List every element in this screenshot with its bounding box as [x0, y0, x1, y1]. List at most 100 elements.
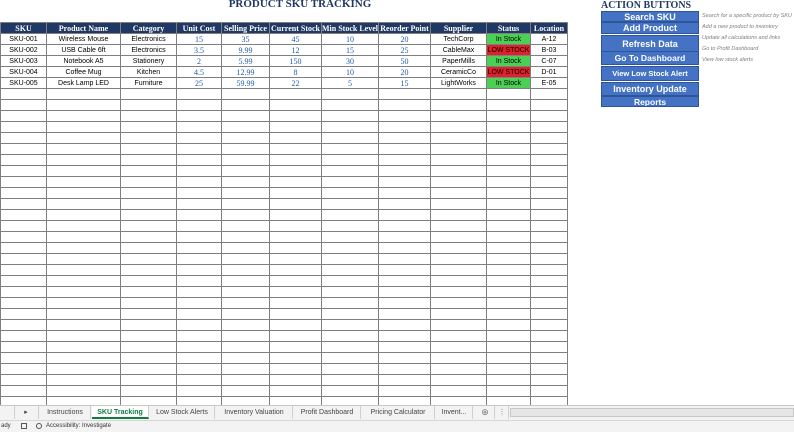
cell-selling-price[interactable]: [221, 297, 270, 309]
cell-reorder-point[interactable]: [378, 220, 431, 232]
cell-reorder-point[interactable]: [378, 88, 431, 100]
cell-product-name[interactable]: [46, 352, 121, 364]
cell-current-stock[interactable]: [269, 99, 322, 111]
cell-location[interactable]: [530, 165, 568, 177]
cell-location[interactable]: [530, 396, 568, 405]
cell-category[interactable]: [120, 363, 177, 375]
cell-status[interactable]: [486, 231, 531, 243]
cell-status[interactable]: [486, 308, 531, 320]
cell-unit-cost[interactable]: [176, 374, 222, 386]
cell-product-name[interactable]: [46, 154, 121, 166]
cell-location[interactable]: C-07: [530, 55, 568, 67]
cell-unit-cost[interactable]: [176, 165, 222, 177]
sheet-icon[interactable]: [21, 423, 27, 429]
cell-unit-cost[interactable]: [176, 275, 222, 287]
cell-current-stock[interactable]: [269, 308, 322, 320]
cell-selling-price[interactable]: [221, 286, 270, 298]
cell-product-name[interactable]: Wireless Mouse: [46, 33, 121, 45]
cell-product-name[interactable]: [46, 374, 121, 386]
cell-product-name[interactable]: [46, 264, 121, 276]
cell-category[interactable]: [120, 308, 177, 320]
cell-reorder-point[interactable]: [378, 330, 431, 342]
cell-min-stock-level[interactable]: [321, 121, 379, 133]
refresh-data-button[interactable]: Refresh Data: [601, 35, 699, 52]
cell-category[interactable]: [120, 132, 177, 144]
accessibility-status[interactable]: Accessibility: Investigate: [46, 421, 111, 432]
cell-min-stock-level[interactable]: 10: [321, 33, 379, 45]
cell-unit-cost[interactable]: [176, 88, 222, 100]
cell-status[interactable]: In Stock: [486, 33, 531, 45]
cell-current-stock[interactable]: 45: [269, 33, 322, 45]
cell-location[interactable]: [530, 297, 568, 309]
cell-unit-cost[interactable]: [176, 154, 222, 166]
cell-reorder-point[interactable]: [378, 385, 431, 397]
cell-reorder-point[interactable]: [378, 132, 431, 144]
cell-category[interactable]: [120, 209, 177, 221]
cell-location[interactable]: [530, 220, 568, 232]
cell-location[interactable]: [530, 154, 568, 166]
cell-status[interactable]: [486, 132, 531, 144]
cell-selling-price[interactable]: [221, 154, 270, 166]
cell-supplier[interactable]: [430, 396, 487, 405]
cell-reorder-point[interactable]: 50: [378, 55, 431, 67]
horizontal-scrollbar[interactable]: [510, 408, 794, 417]
cell-supplier[interactable]: TechCorp: [430, 33, 487, 45]
cell-supplier[interactable]: [430, 385, 487, 397]
cell-status[interactable]: [486, 121, 531, 133]
cell-product-name[interactable]: [46, 286, 121, 298]
cell-current-stock[interactable]: [269, 110, 322, 122]
cell-min-stock-level[interactable]: [321, 99, 379, 111]
cell-category[interactable]: Electronics: [120, 33, 177, 45]
cell-unit-cost[interactable]: [176, 242, 222, 254]
add-sheet-icon[interactable]: ⊕: [476, 406, 495, 419]
cell-status[interactable]: [486, 297, 531, 309]
cell-unit-cost[interactable]: 3.5: [176, 44, 222, 56]
cell-sku[interactable]: [0, 330, 47, 342]
cell-product-name[interactable]: [46, 275, 121, 287]
cell-selling-price[interactable]: [221, 264, 270, 276]
cell-reorder-point[interactable]: [378, 110, 431, 122]
cell-supplier[interactable]: [430, 275, 487, 287]
cell-location[interactable]: [530, 319, 568, 331]
cell-reorder-point[interactable]: [378, 352, 431, 364]
cell-category[interactable]: Electronics: [120, 44, 177, 56]
cell-product-name[interactable]: [46, 396, 121, 405]
cell-supplier[interactable]: [430, 242, 487, 254]
cell-selling-price[interactable]: [221, 231, 270, 243]
header-status[interactable]: Status: [486, 22, 531, 34]
cell-status[interactable]: [486, 209, 531, 221]
cell-location[interactable]: [530, 242, 568, 254]
cell-sku[interactable]: [0, 132, 47, 144]
cell-location[interactable]: [530, 275, 568, 287]
tab-low-stock-alerts[interactable]: Low Stock Alerts: [150, 406, 215, 419]
cell-unit-cost[interactable]: [176, 187, 222, 199]
cell-location[interactable]: [530, 121, 568, 133]
cell-reorder-point[interactable]: [378, 286, 431, 298]
cell-reorder-point[interactable]: [378, 187, 431, 199]
cell-current-stock[interactable]: [269, 330, 322, 342]
cell-sku[interactable]: [0, 88, 47, 100]
cell-reorder-point[interactable]: [378, 396, 431, 405]
cell-supplier[interactable]: [430, 121, 487, 133]
cell-status[interactable]: [486, 319, 531, 331]
cell-supplier[interactable]: [430, 132, 487, 144]
cell-reorder-point[interactable]: [378, 154, 431, 166]
cell-status[interactable]: [486, 88, 531, 100]
cell-status[interactable]: In Stock: [486, 77, 531, 89]
add-product-button[interactable]: Add Product: [601, 22, 699, 34]
cell-selling-price[interactable]: 35: [221, 33, 270, 45]
cell-min-stock-level[interactable]: [321, 330, 379, 342]
cell-status[interactable]: [486, 176, 531, 188]
cell-product-name[interactable]: [46, 220, 121, 232]
inventory-update-button[interactable]: Inventory Update: [601, 82, 699, 96]
cell-location[interactable]: [530, 132, 568, 144]
cell-supplier[interactable]: [430, 99, 487, 111]
next-sheet-icon[interactable]: ▸: [14, 406, 39, 419]
cell-product-name[interactable]: [46, 242, 121, 254]
cell-supplier[interactable]: [430, 187, 487, 199]
cell-supplier[interactable]: LightWorks: [430, 77, 487, 89]
cell-min-stock-level[interactable]: [321, 209, 379, 221]
cell-selling-price[interactable]: [221, 319, 270, 331]
cell-product-name[interactable]: [46, 308, 121, 320]
cell-status[interactable]: [486, 253, 531, 265]
